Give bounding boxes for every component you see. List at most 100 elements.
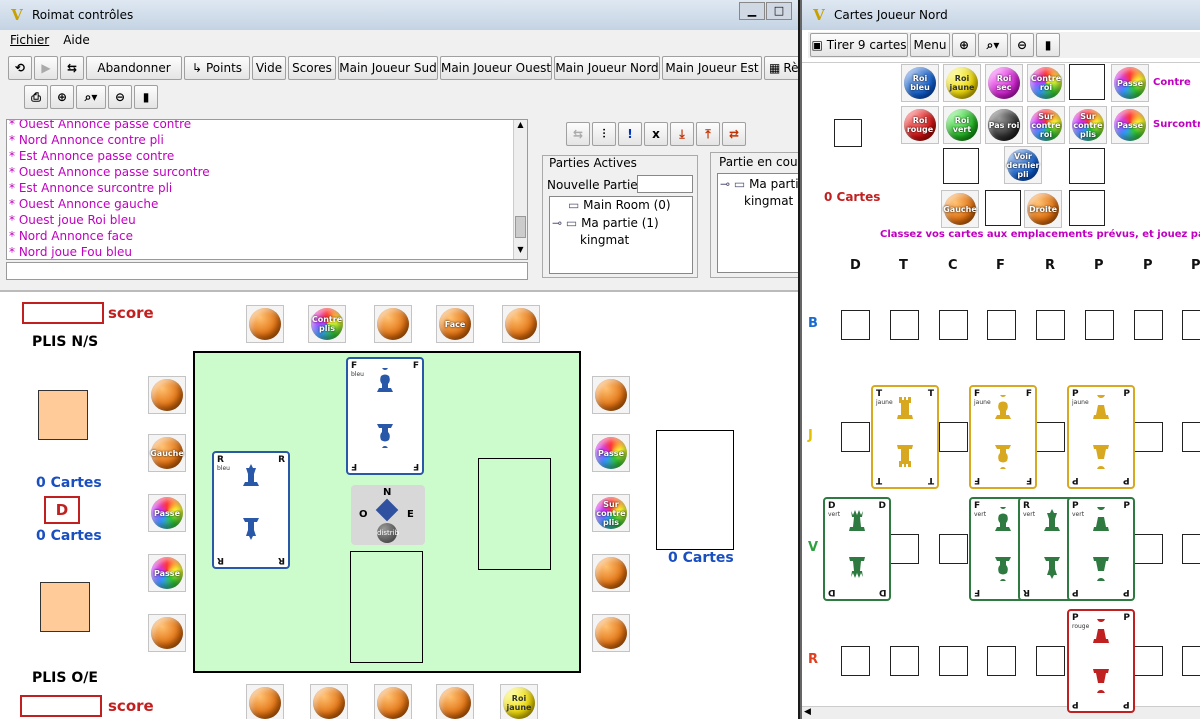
card-slot[interactable] (841, 646, 870, 676)
zoom-in-icon[interactable]: ⊕ (952, 33, 976, 57)
card-slot[interactable] (987, 646, 1016, 676)
card-slot[interactable] (1085, 310, 1114, 340)
log-scroll-up-icon[interactable]: ▲ (514, 120, 527, 134)
nouvelle-partie-input[interactable] (637, 175, 693, 193)
refresh-icon[interactable]: ⟲ (8, 56, 32, 80)
zoom-menu-icon[interactable]: ⌕▾ (76, 85, 106, 109)
main-joueur-nord-button[interactable]: Main Joueur Nord (554, 56, 660, 80)
left-announce-4[interactable] (148, 614, 186, 652)
nord-row4-0[interactable]: Gauche (941, 190, 979, 228)
card-slot[interactable] (1182, 422, 1200, 452)
re-button[interactable]: ▦ Rè (764, 56, 798, 80)
card-slot[interactable] (841, 422, 870, 452)
top-announce-3[interactable]: Face (436, 305, 474, 343)
card-slot[interactable] (1134, 534, 1163, 564)
card-slot[interactable] (890, 646, 919, 676)
card-slot[interactable] (1134, 310, 1163, 340)
left-announce-2[interactable]: Passe (148, 494, 186, 532)
log-scrollbar[interactable]: ▲ ▼ (513, 120, 527, 259)
remote-icon[interactable]: ▮ (1036, 33, 1060, 57)
hand-card[interactable]: P Pvert P P (1067, 497, 1135, 601)
play-icon[interactable]: ▶ (34, 56, 58, 80)
card-slot[interactable] (890, 534, 919, 564)
right-announce-4[interactable] (592, 614, 630, 652)
swap-icon[interactable]: ⇆ (60, 56, 84, 80)
nord-row2-4[interactable]: Sur contre plis (1069, 106, 1107, 144)
played-card-west[interactable]: R Rbleu R R (212, 451, 290, 569)
vide-button[interactable]: Vide (252, 56, 286, 80)
distrib-ball[interactable]: distrib (377, 523, 399, 543)
tree-item-player[interactable]: kingmat (744, 194, 793, 208)
nord-row2-0[interactable]: Roi rouge (901, 106, 939, 144)
bottom-announce-2[interactable] (374, 684, 412, 719)
points-button[interactable]: ↳ Points (184, 56, 250, 80)
right-announce-2[interactable]: Sur contre plis (592, 494, 630, 532)
score-box-ns[interactable] (22, 302, 104, 324)
main-joueur-ouest-button[interactable]: Main Joueur Ouest (440, 56, 552, 80)
right-announce-0[interactable] (592, 376, 630, 414)
voir-dernier-pli[interactable]: Voir dernier pli (1004, 146, 1042, 184)
played-card-north[interactable]: F Fbleu F F (346, 357, 424, 475)
tree-item-partie[interactable]: ⊸ ▭ Ma partie (720, 177, 798, 191)
minimize-button[interactable]: ▁ (739, 2, 765, 20)
bottom-announce-4[interactable]: Roi jaune (500, 684, 538, 719)
log-scroll-thumb[interactable] (515, 216, 526, 238)
card-slot[interactable] (939, 422, 968, 452)
tree-item-ma-partie[interactable]: ⊸ ▭ Ma partie (1) (552, 216, 659, 230)
menu-button[interactable]: Menu (910, 33, 950, 57)
hand-card[interactable]: P Prouge P P (1067, 609, 1135, 713)
maximize-button[interactable]: □ (766, 2, 792, 20)
left-announce-1[interactable]: Gauche (148, 434, 186, 472)
tirer-cartes-button[interactable]: ▣ Tirer 9 cartes (810, 33, 908, 57)
card-slot[interactable] (1036, 310, 1065, 340)
printer-icon[interactable]: ⎙ (24, 85, 48, 109)
top-announce-4[interactable] (502, 305, 540, 343)
top-announce-1[interactable]: Contre plis (308, 305, 346, 343)
abandonner-button[interactable]: Abandonner (86, 56, 182, 80)
scores-button[interactable]: Scores (288, 56, 336, 80)
menu-aide[interactable]: Aide (63, 33, 90, 47)
upload-icon[interactable]: ⤒ (696, 122, 720, 146)
score-box-oe[interactable] (20, 695, 102, 717)
card-slot[interactable] (939, 534, 968, 564)
card-slot[interactable] (1036, 646, 1065, 676)
nord-row1-3[interactable]: Contre roi (1027, 64, 1065, 102)
card-slot[interactable] (939, 646, 968, 676)
main-joueur-sud-button[interactable]: Main Joueur Sud (338, 56, 438, 80)
scroll-left-icon[interactable]: ◀ (804, 707, 811, 717)
main-joueur-est-button[interactable]: Main Joueur Est (662, 56, 762, 80)
card-slot[interactable] (1134, 646, 1163, 676)
nord-row2-5[interactable]: Passe (1111, 106, 1149, 144)
nord-row2-2[interactable]: Pas roi (985, 106, 1023, 144)
zoom-out-icon[interactable]: ⊖ (108, 85, 132, 109)
nord-row4-2[interactable]: Droite (1024, 190, 1062, 228)
hand-card[interactable]: P Pjaune P P (1067, 385, 1135, 489)
nord-row1-5[interactable]: Passe (1111, 64, 1149, 102)
card-slot[interactable] (1182, 646, 1200, 676)
card-slot[interactable] (890, 310, 919, 340)
card-slot[interactable] (1036, 422, 1065, 452)
zoom-menu-icon[interactable]: ⌕▾ (978, 33, 1008, 57)
log-scroll-down-icon[interactable]: ▼ (514, 245, 527, 259)
card-slot[interactable] (1134, 422, 1163, 452)
menu-fichier[interactable]: Fichier (10, 33, 49, 47)
nord-row2-3[interactable]: Sur contre roi (1027, 106, 1065, 144)
remote-icon[interactable]: ▮ (134, 85, 158, 109)
bottom-announce-3[interactable] (436, 684, 474, 719)
back-icon[interactable]: ⇆ (566, 122, 590, 146)
card-slot[interactable] (939, 310, 968, 340)
chat-input[interactable] (6, 262, 528, 280)
card-slot[interactable] (841, 310, 870, 340)
tree-item-main-room[interactable]: ▭ Main Room (0) (568, 198, 671, 212)
alert-icon[interactable]: ! (618, 122, 642, 146)
nord-row1-1[interactable]: Roi jaune (943, 64, 981, 102)
card-slot[interactable] (987, 310, 1016, 340)
card-slot[interactable] (1182, 534, 1200, 564)
nord-row1-0[interactable]: Roi bleu (901, 64, 939, 102)
hand-card[interactable]: D Dvert D D (823, 497, 891, 601)
hand-card[interactable]: F Fjaune F F (969, 385, 1037, 489)
tree-item-kingmat[interactable]: kingmat (580, 233, 629, 247)
download-icon[interactable]: ⤓ (670, 122, 694, 146)
left-announce-3[interactable]: Passe (148, 554, 186, 592)
transfer-icon[interactable]: ⇄ (722, 122, 746, 146)
